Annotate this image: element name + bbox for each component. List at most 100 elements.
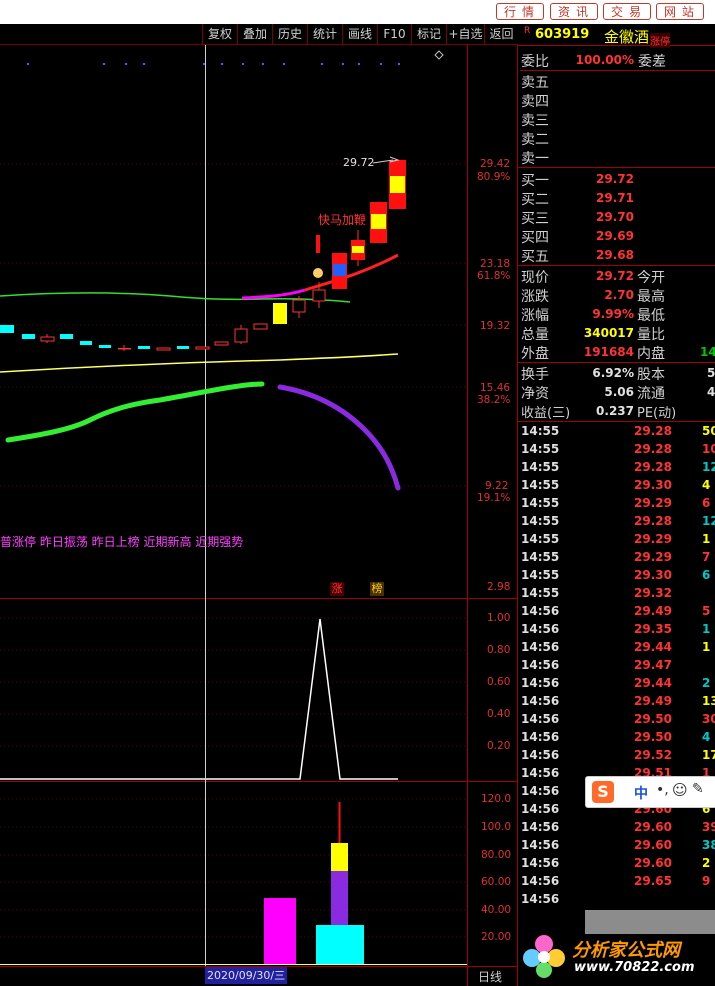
tool-mark-button[interactable]: 标记 bbox=[411, 24, 446, 44]
tick-time: 14:55 bbox=[521, 478, 560, 492]
tick-price: 29.49 bbox=[634, 604, 672, 618]
stat-value: 0.237 bbox=[596, 404, 634, 418]
tick-volume: 39 bbox=[702, 820, 715, 834]
tick-row: 14:56 29.35 1 bbox=[520, 622, 715, 640]
green-band bbox=[5, 381, 265, 443]
tick-row: 14:56 29.50 4 bbox=[520, 730, 715, 748]
tick-time: 14:56 bbox=[521, 784, 560, 798]
tick-time: 14:56 bbox=[521, 766, 560, 780]
tick-row: 14:56 29.60 39 bbox=[520, 820, 715, 838]
tick-price: 29.47 bbox=[634, 658, 672, 672]
stock-prefix: R bbox=[524, 26, 531, 36]
stat-value: 5.06 bbox=[604, 385, 634, 399]
tool-stats-button[interactable]: 统计 bbox=[307, 24, 342, 44]
tool-add-watchlist-button[interactable]: +自选 bbox=[446, 24, 484, 44]
tick-price: 29.30 bbox=[634, 568, 672, 582]
tick-price: 29.60 bbox=[634, 838, 672, 852]
tick-row: 14:55 29.29 6 bbox=[520, 496, 715, 514]
magenta-line bbox=[241, 288, 306, 300]
tick-time: 14:55 bbox=[521, 496, 560, 510]
tick-price: 29.49 bbox=[634, 694, 672, 708]
sogou-logo-icon: S bbox=[592, 781, 614, 803]
tick-row: 14:55 29.28 10 bbox=[520, 442, 715, 460]
tick-price: 29.29 bbox=[634, 496, 672, 510]
tool-fuquan-button[interactable]: 复权 bbox=[202, 24, 237, 44]
chart-toolbar: 复权 叠加 历史 统计 画线 F10 标记 +自选 返回 bbox=[0, 24, 518, 45]
nav-trade-button[interactable]: 交易 bbox=[603, 3, 651, 20]
tick-row: 14:56 29.52 17 bbox=[520, 748, 715, 766]
quote-value: 191684 bbox=[583, 345, 634, 359]
stat-value: 6.92% bbox=[592, 366, 634, 380]
horse-icon bbox=[313, 268, 323, 278]
tick-time: 14:55 bbox=[521, 568, 560, 582]
tick-row: 14:56 29.44 1 bbox=[520, 640, 715, 658]
stock-tags: 普涨停 昨日振荡 昨日上榜 近期新高 近期强势 bbox=[0, 535, 244, 549]
quote-label: 今开 bbox=[637, 270, 665, 286]
tick-row: 14:55 29.32 bbox=[520, 586, 715, 604]
tick-time: 14:55 bbox=[521, 460, 560, 474]
tick-time: 14:56 bbox=[521, 838, 560, 852]
peak-price-label: 29.72 bbox=[343, 156, 375, 169]
tick-row: 14:56 29.49 13 bbox=[520, 694, 715, 712]
candles bbox=[0, 160, 406, 351]
ask-label: 卖五 bbox=[521, 75, 549, 91]
tick-price: 29.44 bbox=[634, 640, 672, 654]
ask-label: 卖四 bbox=[521, 94, 549, 110]
weicha-label: 委差 bbox=[638, 54, 666, 70]
weibi-value: 100.00% bbox=[575, 53, 634, 67]
tick-price: 29.28 bbox=[634, 514, 672, 528]
nav-news-button[interactable]: 资讯 bbox=[550, 3, 598, 20]
top-nav: 行情 资讯 交易 网站 bbox=[0, 0, 715, 24]
tick-row: 14:55 29.28 12 bbox=[520, 514, 715, 532]
quote-label: 总量 bbox=[521, 327, 549, 343]
tick-price: 29.28 bbox=[634, 424, 672, 438]
ime-mode-label[interactable]: 中 bbox=[634, 783, 648, 803]
stat-value: 4 bbox=[707, 385, 715, 399]
tool-draw-button[interactable]: 画线 bbox=[342, 24, 377, 44]
tool-f10-button[interactable]: F10 bbox=[377, 24, 411, 44]
tick-row: 14:56 29.49 5 bbox=[520, 604, 715, 622]
bid-label: 买一 bbox=[521, 173, 549, 189]
stat-label: PE(动) bbox=[637, 406, 677, 421]
bid-label: 买二 bbox=[521, 192, 549, 208]
tick-time: 14:56 bbox=[521, 712, 560, 726]
quote-value: 29.72 bbox=[596, 269, 634, 283]
stat-label: 收益(三) bbox=[521, 406, 571, 421]
emoji-icon[interactable]: ☺ bbox=[672, 781, 688, 799]
tick-volume: 38 bbox=[702, 838, 715, 852]
axis-price: 15.46 bbox=[480, 382, 511, 394]
tick-price: 29.30 bbox=[634, 478, 672, 492]
tick-price: 29.44 bbox=[634, 676, 672, 690]
quote-label: 最低 bbox=[637, 308, 665, 324]
axis-tick: 0.80 bbox=[487, 644, 511, 656]
tick-volume: 12 bbox=[702, 460, 715, 474]
quote-label: 内盘 bbox=[637, 346, 665, 362]
bid-price: 29.71 bbox=[596, 191, 634, 205]
limit-up-badge[interactable]: 涨 bbox=[330, 582, 344, 596]
bid-price: 29.69 bbox=[596, 229, 634, 243]
tool-overlay-button[interactable]: 叠加 bbox=[237, 24, 272, 44]
period-button[interactable]: 日线 bbox=[478, 968, 502, 985]
quote-label: 涨幅 bbox=[521, 308, 549, 324]
voice-icon[interactable]: ✎ bbox=[692, 781, 704, 797]
tick-row: 14:55 29.30 6 bbox=[520, 568, 715, 586]
cursor-date-label: 2020/09/30/三 bbox=[205, 967, 288, 984]
tick-volume: 10 bbox=[702, 442, 715, 456]
tick-time: 14:56 bbox=[521, 856, 560, 870]
flower-logo-icon bbox=[520, 932, 568, 980]
tick-price: 29.29 bbox=[634, 532, 672, 546]
list-badge[interactable]: 榜 bbox=[370, 582, 384, 596]
nav-market-button[interactable]: 行情 bbox=[496, 3, 544, 20]
stat-label: 净资 bbox=[521, 386, 549, 402]
ime-toolbar[interactable]: S 中 •, ☺ ✎ bbox=[585, 776, 715, 808]
ma-yellow-line bbox=[0, 353, 399, 373]
tool-history-button[interactable]: 历史 bbox=[272, 24, 307, 44]
tool-back-button[interactable]: 返回 bbox=[484, 24, 518, 44]
axis-tick: 120.0 bbox=[481, 793, 512, 805]
kline-chart[interactable] bbox=[0, 45, 518, 986]
tick-time: 14:55 bbox=[521, 550, 560, 564]
tick-time: 14:56 bbox=[521, 694, 560, 708]
nav-website-button[interactable]: 网站 bbox=[656, 3, 704, 20]
ask-label: 卖一 bbox=[521, 151, 549, 167]
punctuation-icon[interactable]: •, bbox=[656, 782, 669, 798]
